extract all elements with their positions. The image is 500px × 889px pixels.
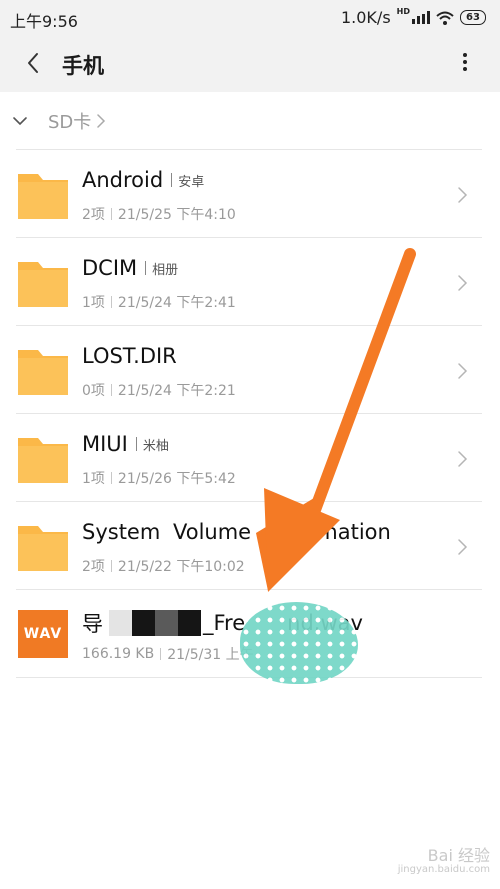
status-indicators: 1.0K/s HD 63 bbox=[340, 7, 486, 27]
folder-icon bbox=[18, 526, 68, 571]
item-name: System Volume In bbox=[82, 520, 284, 544]
item-date: 21/5/24 下午2:21 bbox=[117, 383, 236, 399]
list-item-wav-file[interactable]: WAV 导 _Fre nd.wav 166.19 KB 21/5/31 上午 bbox=[0, 590, 500, 678]
divider bbox=[110, 560, 112, 572]
more-vertical-icon[interactable] bbox=[454, 50, 476, 78]
item-name-tail: nd.wav bbox=[287, 611, 363, 635]
item-date: 21/5/22 下午10:02 bbox=[117, 559, 245, 575]
wav-file-icon: WAV bbox=[18, 610, 68, 658]
folder-icon bbox=[18, 174, 68, 219]
item-count: 2项 bbox=[82, 559, 105, 575]
item-size: 166.19 KB bbox=[82, 646, 155, 662]
watermark-sub: jingyan.baidu.com bbox=[397, 864, 490, 875]
item-alias: 安卓 bbox=[178, 174, 205, 190]
item-count: 1项 bbox=[82, 471, 105, 487]
divider bbox=[145, 261, 147, 275]
watermark-text: Bai 经验 bbox=[427, 846, 490, 865]
breadcrumb: SD卡 bbox=[0, 92, 500, 150]
chevron-right-icon bbox=[458, 363, 468, 379]
status-bar: 上午9:56 1.0K/s HD 63 bbox=[0, 0, 500, 36]
breadcrumb-item-sd-card[interactable]: SD卡 bbox=[48, 108, 107, 134]
divider bbox=[160, 648, 162, 660]
item-date: 21/5/25 下午4:10 bbox=[117, 207, 236, 223]
item-date: 21/5/24 下午2:41 bbox=[117, 295, 236, 311]
chevron-left-icon[interactable] bbox=[22, 51, 46, 75]
app-header: 手机 bbox=[0, 36, 500, 92]
item-alias: 米柚 bbox=[142, 438, 169, 454]
list-item-system-volume-information[interactable]: System Volume In mation 2项 21/5/22 下午10:… bbox=[0, 502, 500, 590]
folder-icon bbox=[18, 350, 68, 395]
item-name-start: 导 bbox=[82, 612, 103, 636]
item-count: 0项 bbox=[82, 383, 105, 399]
divider bbox=[110, 296, 112, 308]
chevron-right-icon bbox=[97, 114, 106, 128]
item-name-end: mation bbox=[317, 520, 391, 544]
redacted-block bbox=[109, 610, 201, 636]
item-name: LOST.DIR bbox=[82, 344, 177, 368]
status-time: 上午9:56 bbox=[10, 12, 78, 31]
chevron-right-icon bbox=[458, 275, 468, 291]
chevron-down-icon[interactable] bbox=[12, 113, 28, 129]
chevron-right-icon bbox=[458, 539, 468, 555]
list-item-lost-dir[interactable]: LOST.DIR 0项 21/5/24 下午2:21 bbox=[0, 326, 500, 414]
chevron-right-icon bbox=[458, 187, 468, 203]
item-date: 21/5/31 上午 bbox=[167, 647, 254, 663]
divider bbox=[110, 472, 112, 484]
item-name: DCIM bbox=[82, 256, 138, 280]
divider bbox=[16, 677, 482, 678]
divider bbox=[110, 384, 112, 396]
wifi-icon bbox=[436, 11, 454, 25]
hd-badge: HD bbox=[396, 7, 410, 16]
page-title: 手机 bbox=[62, 54, 104, 78]
item-date: 21/5/26 下午5:42 bbox=[117, 471, 236, 487]
battery-icon: 63 bbox=[460, 10, 486, 25]
divider bbox=[135, 437, 137, 451]
item-name-end: _Fre bbox=[203, 611, 246, 635]
network-speed: 1.0K/s bbox=[340, 8, 391, 27]
folder-icon bbox=[18, 262, 68, 307]
folder-icon bbox=[18, 438, 68, 483]
item-count: 2项 bbox=[82, 207, 105, 223]
list-item-miui[interactable]: MIUI 米柚 1项 21/5/26 下午5:42 bbox=[0, 414, 500, 502]
watermark: Bai 经验 jingyan.baidu.com bbox=[398, 842, 490, 875]
item-name: Android bbox=[82, 168, 164, 192]
item-name: MIUI bbox=[82, 432, 128, 456]
list-item-dcim[interactable]: DCIM 相册 1项 21/5/24 下午2:41 bbox=[0, 238, 500, 326]
list-item-android[interactable]: Android 安卓 2项 21/5/25 下午4:10 bbox=[0, 150, 500, 238]
breadcrumb-label: SD卡 bbox=[48, 112, 92, 133]
item-alias: 相册 bbox=[152, 262, 179, 278]
signal-icon bbox=[412, 11, 430, 24]
chevron-right-icon bbox=[458, 451, 468, 467]
divider bbox=[110, 208, 112, 220]
item-count: 1项 bbox=[82, 295, 105, 311]
divider bbox=[171, 173, 173, 187]
